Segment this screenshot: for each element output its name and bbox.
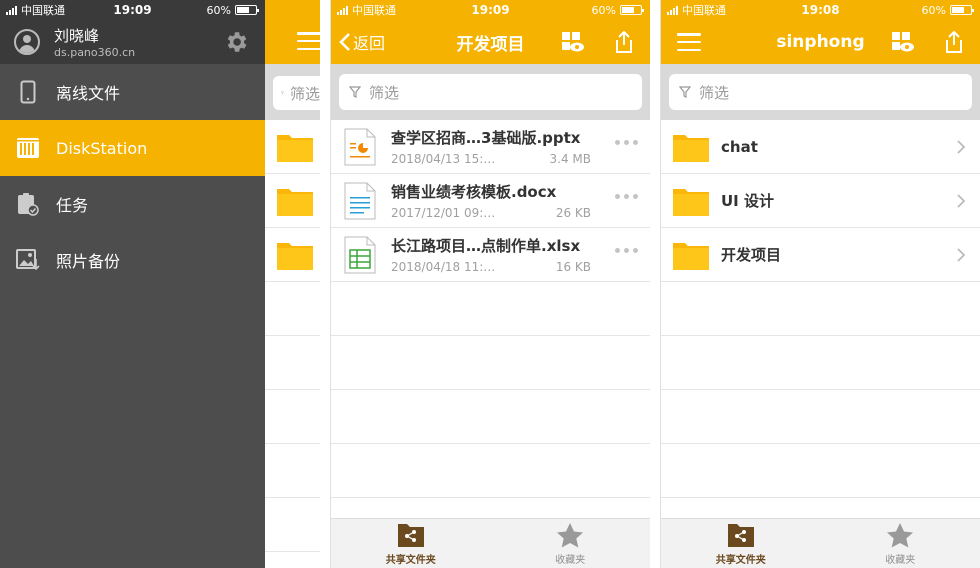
filter-input[interactable]: 筛选 xyxy=(339,74,642,110)
menu-icon[interactable] xyxy=(297,32,320,50)
star-icon xyxy=(887,523,914,548)
avatar xyxy=(14,29,40,55)
diskstation-icon xyxy=(16,136,40,160)
nav-bar: 中国联通 19:08 60% sinphong xyxy=(661,0,980,64)
folder-row-ui-design[interactable]: UI 设计 xyxy=(661,174,980,228)
filter-icon xyxy=(349,86,361,98)
tab-favorites[interactable]: 收藏夹 xyxy=(491,519,651,568)
menu-icon[interactable] xyxy=(677,33,701,51)
battery-icon xyxy=(950,5,974,15)
star-icon xyxy=(557,523,584,548)
filter-input[interactable]: 筛选 xyxy=(273,76,320,110)
file-size: 3.4 MB xyxy=(549,152,591,166)
folder-row[interactable] xyxy=(265,174,320,228)
underlying-screen-peek[interactable]: 筛选 xyxy=(265,0,320,568)
folder-row[interactable] xyxy=(265,228,320,282)
docx-file-icon xyxy=(344,182,376,219)
battery-icon xyxy=(235,5,259,15)
user-name: 刘晓峰 xyxy=(54,27,100,45)
tab-bar: 共享文件夹 收藏夹 xyxy=(661,518,980,568)
filter-icon xyxy=(281,91,284,95)
more-options-icon[interactable] xyxy=(615,140,638,145)
more-options-icon[interactable] xyxy=(615,194,638,199)
sidebar: 中国联通 19:09 60% 刘晓峰 ds.pano360.cn 离线文件 Di… xyxy=(0,0,265,568)
folder-icon xyxy=(277,135,313,162)
folder-name: 开发项目 xyxy=(721,246,782,264)
folder-files-screen: 中国联通 19:09 60% 返回 开发项目 筛选 查学区招商…3基础版.ppt… xyxy=(330,0,650,568)
status-bar: 中国联通 19:09 60% xyxy=(331,0,650,20)
back-button[interactable]: 返回 xyxy=(339,30,385,54)
phone-icon xyxy=(16,80,40,104)
sidebar-nav: 离线文件 DiskStation 任务 照片备份 xyxy=(0,64,265,288)
photo-backup-icon xyxy=(16,248,40,272)
user-header[interactable]: 刘晓峰 ds.pano360.cn xyxy=(0,20,265,64)
shared-folder-icon xyxy=(397,524,424,547)
share-icon[interactable] xyxy=(944,31,964,53)
file-row[interactable]: 长江路项目…点制作单.xlsx 2018/04/18 11:… 16 KB xyxy=(331,228,650,282)
task-icon xyxy=(16,192,40,216)
view-mode-icon[interactable] xyxy=(562,32,584,52)
view-mode-icon[interactable] xyxy=(892,32,914,52)
folder-name: chat xyxy=(721,137,758,156)
chevron-right-icon xyxy=(957,140,966,154)
filter-bar: 筛选 xyxy=(331,64,650,120)
sidebar-item-tasks[interactable]: 任务 xyxy=(0,176,265,232)
gear-icon[interactable] xyxy=(223,29,249,55)
folder-list: chat UI 设计 开发项目 xyxy=(661,120,980,498)
signal-icon xyxy=(337,5,348,15)
signal-icon xyxy=(667,5,678,15)
folder-icon xyxy=(673,188,709,216)
chevron-right-icon xyxy=(957,194,966,208)
tab-shared-folder[interactable]: 共享文件夹 xyxy=(331,519,491,568)
signal-icon xyxy=(6,5,17,15)
file-name: 长江路项目…点制作单.xlsx xyxy=(391,237,581,255)
chevron-left-icon xyxy=(339,33,350,51)
folder-icon xyxy=(673,242,709,270)
tab-bar: 共享文件夹 收藏夹 xyxy=(331,518,650,568)
folder-row-dev-project[interactable]: 开发项目 xyxy=(661,228,980,282)
folder-icon xyxy=(277,243,313,270)
folder-icon xyxy=(673,134,709,162)
status-bar: 中国联通 19:08 60% xyxy=(661,0,980,20)
shared-root-screen: 中国联通 19:08 60% sinphong 筛选 chat UI 设计 开发… xyxy=(660,0,980,568)
filter-icon xyxy=(679,86,691,98)
sidebar-item-photo-backup[interactable]: 照片备份 xyxy=(0,232,265,288)
file-date: 2018/04/13 15:… xyxy=(391,152,496,166)
folder-row[interactable] xyxy=(265,120,320,174)
page-title: 开发项目 xyxy=(456,34,525,55)
sidebar-screen: 中国联通 19:09 60% 刘晓峰 ds.pano360.cn 离线文件 Di… xyxy=(0,0,320,568)
file-row[interactable]: 查学区招商…3基础版.pptx 2018/04/13 15:… 3.4 MB xyxy=(331,120,650,174)
file-date: 2017/12/01 09:… xyxy=(391,206,496,220)
folder-icon xyxy=(277,189,313,216)
file-size: 16 KB xyxy=(555,260,591,274)
sidebar-item-offline[interactable]: 离线文件 xyxy=(0,64,265,120)
tab-shared-folder[interactable]: 共享文件夹 xyxy=(661,519,821,568)
status-bar: 中国联通 19:09 60% xyxy=(0,0,265,20)
file-name: 查学区招商…3基础版.pptx xyxy=(391,129,581,147)
file-date: 2018/04/18 11:… xyxy=(391,260,496,274)
tab-favorites[interactable]: 收藏夹 xyxy=(821,519,980,568)
share-icon[interactable] xyxy=(614,31,634,53)
folder-name: UI 设计 xyxy=(721,192,774,210)
file-name: 销售业绩考核模板.docx xyxy=(391,183,557,201)
file-size: 26 KB xyxy=(555,206,591,220)
xlsx-file-icon xyxy=(344,236,376,273)
folder-row-chat[interactable]: chat xyxy=(661,120,980,174)
server-host: ds.pano360.cn xyxy=(54,46,136,59)
page-title: sinphong xyxy=(776,32,865,52)
more-options-icon[interactable] xyxy=(615,248,638,253)
file-list: 查学区招商…3基础版.pptx 2018/04/13 15:… 3.4 MB 销售… xyxy=(331,120,650,498)
chevron-right-icon xyxy=(957,248,966,262)
battery-icon xyxy=(620,5,644,15)
filter-bar: 筛选 xyxy=(661,64,980,120)
sidebar-item-diskstation[interactable]: DiskStation xyxy=(0,120,265,176)
shared-folder-icon xyxy=(727,524,754,547)
nav-bar: 中国联通 19:09 60% 返回 开发项目 xyxy=(331,0,650,64)
filter-input[interactable]: 筛选 xyxy=(669,74,972,110)
file-row[interactable]: 销售业绩考核模板.docx 2017/12/01 09:… 26 KB xyxy=(331,174,650,228)
pptx-file-icon xyxy=(344,128,376,165)
